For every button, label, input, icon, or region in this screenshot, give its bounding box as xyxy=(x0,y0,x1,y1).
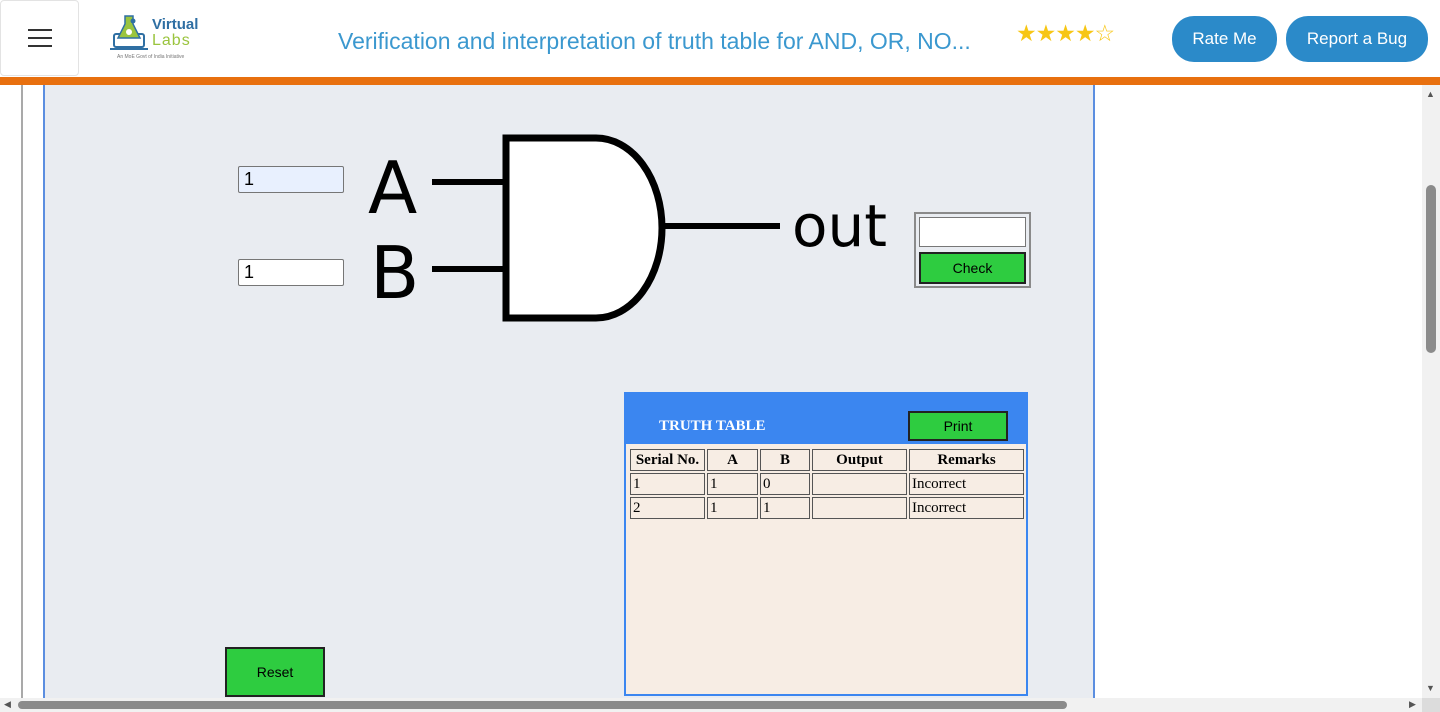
logo-tagline: An MoE Govt of India Initiative xyxy=(117,54,185,60)
truth-table-header: TRUTH TABLE Print xyxy=(626,394,1026,444)
table-cell xyxy=(812,473,907,495)
horizontal-scrollbar[interactable]: ◀ ▶ xyxy=(0,698,1422,712)
table-cell: 0 xyxy=(760,473,810,495)
logo-word-labs: Labs xyxy=(152,32,191,49)
and-gate-icon xyxy=(502,134,666,322)
output-panel: Check xyxy=(914,212,1031,288)
column-header: B xyxy=(760,449,810,471)
truth-table-panel: TRUTH TABLE Print Serial No. A B Output … xyxy=(624,392,1028,696)
table-cell: 1 xyxy=(630,473,705,495)
rate-me-button[interactable]: Rate Me xyxy=(1172,16,1277,62)
hamburger-icon xyxy=(27,29,52,47)
input-b-field[interactable] xyxy=(238,259,344,286)
label-out: out xyxy=(792,192,887,260)
vertical-scroll-thumb[interactable] xyxy=(1426,185,1436,353)
table-header-row: Serial No. A B Output Remarks xyxy=(630,449,1024,471)
table-cell xyxy=(812,497,907,519)
input-a-field[interactable] xyxy=(238,166,344,193)
column-header: Serial No. xyxy=(630,449,705,471)
truth-table-title: TRUTH TABLE xyxy=(659,418,766,434)
top-header: Virtual Labs An MoE Govt of India Initia… xyxy=(0,0,1440,77)
scrollbar-corner xyxy=(1422,698,1440,712)
column-header: A xyxy=(707,449,758,471)
label-b: B xyxy=(370,231,419,315)
and-gate-diagram: A B out xyxy=(368,134,887,322)
report-bug-button[interactable]: Report a Bug xyxy=(1286,16,1428,62)
table-row: 1 1 0 Incorrect xyxy=(630,473,1024,495)
horizontal-scroll-thumb[interactable] xyxy=(18,701,1067,709)
table-cell: 2 xyxy=(630,497,705,519)
virtual-labs-logo[interactable]: Virtual Labs An MoE Govt of India Initia… xyxy=(110,12,202,64)
table-cell: Incorrect xyxy=(909,497,1024,519)
table-row: 2 1 1 Incorrect xyxy=(630,497,1024,519)
star-filled-icon: ★★★★ xyxy=(1016,20,1095,46)
table-cell: 1 xyxy=(707,497,758,519)
menu-button[interactable] xyxy=(0,0,79,76)
output-field[interactable] xyxy=(919,217,1026,247)
flask-icon xyxy=(110,15,148,50)
column-header: Output xyxy=(812,449,907,471)
table-cell: Incorrect xyxy=(909,473,1024,495)
check-button[interactable]: Check xyxy=(919,252,1026,284)
page-title: Verification and interpretation of truth… xyxy=(338,28,971,54)
truth-table: Serial No. A B Output Remarks 1 1 0 Inco… xyxy=(628,447,1026,521)
scroll-down-icon[interactable]: ▼ xyxy=(1426,683,1435,693)
logo-word-virtual: Virtual xyxy=(152,16,199,33)
reset-button[interactable]: Reset xyxy=(225,647,325,697)
table-cell: 1 xyxy=(707,473,758,495)
print-button[interactable]: Print xyxy=(908,411,1008,441)
label-a: A xyxy=(368,146,417,230)
column-header: Remarks xyxy=(909,449,1024,471)
header-divider xyxy=(0,77,1440,85)
table-cell: 1 xyxy=(760,497,810,519)
scroll-left-icon[interactable]: ◀ xyxy=(4,699,11,710)
scroll-up-icon[interactable]: ▲ xyxy=(1426,89,1435,99)
vertical-scrollbar[interactable]: ▲ ▼ xyxy=(1422,85,1440,698)
scroll-right-icon[interactable]: ▶ xyxy=(1409,699,1416,710)
rating-stars: ★★★★☆ xyxy=(1016,20,1115,47)
left-divider xyxy=(21,85,23,698)
star-empty-icon: ☆ xyxy=(1094,20,1115,46)
